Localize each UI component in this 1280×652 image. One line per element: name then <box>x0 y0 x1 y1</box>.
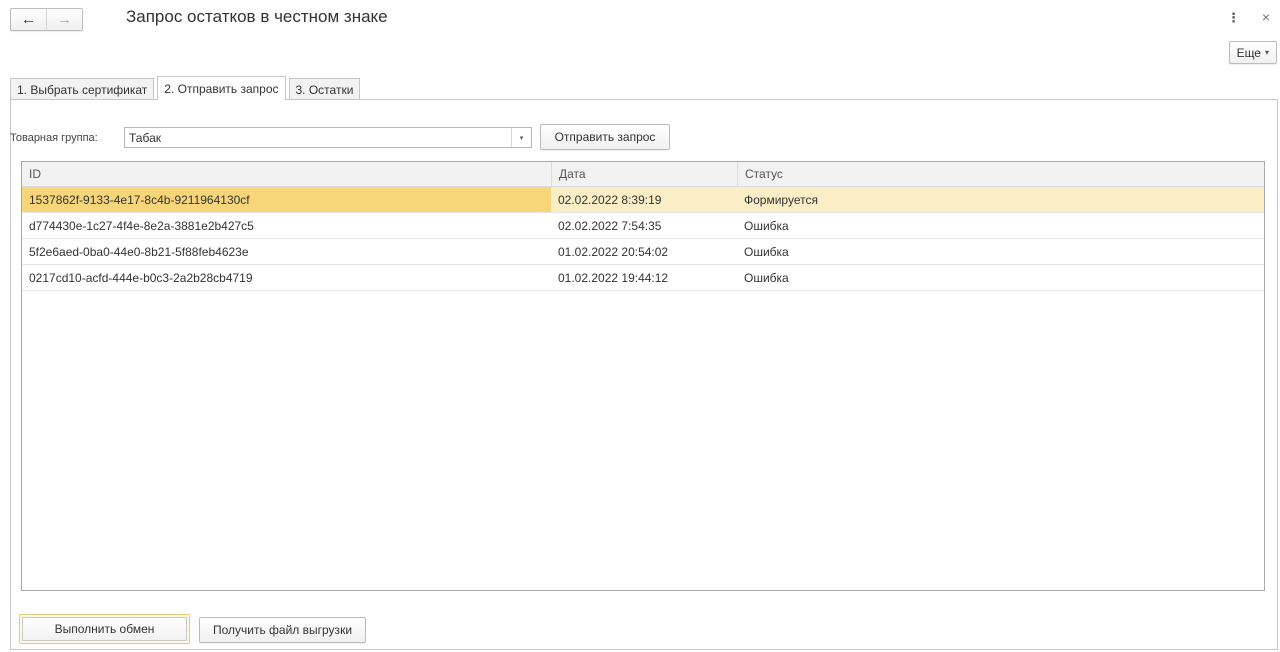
dropdown-arrow-icon[interactable]: ▾ <box>511 128 531 147</box>
run-exchange-button[interactable]: Выполнить обмен <box>19 614 190 644</box>
cell-date: 01.02.2022 19:44:12 <box>558 270 669 285</box>
cell-status: Ошибка <box>744 244 789 259</box>
navigation-buttons: ← → <box>10 8 83 31</box>
cell-id: 1537862f-9133-4e17-8c4b-9211964130cf <box>22 187 551 212</box>
table-row[interactable]: d774430e-1c27-4f4e-8e2a-3881e2b427c5 02.… <box>22 213 1264 239</box>
tab-remains[interactable]: 3. Остатки <box>288 78 361 100</box>
send-request-button[interactable]: Отправить запрос <box>540 124 670 150</box>
page-title: Запрос остатков в честном знаке <box>126 7 388 26</box>
cell-date: 02.02.2022 7:54:35 <box>558 218 662 233</box>
tab-select-certificate[interactable]: 1. Выбрать сертификат <box>10 78 155 100</box>
run-exchange-label: Выполнить обмен <box>22 617 187 641</box>
more-vertical-icon[interactable]: ⋮ <box>1227 10 1240 26</box>
get-export-file-button[interactable]: Получить файл выгрузки <box>199 617 366 643</box>
tab-bar: 1. Выбрать сертификат 2. Отправить запро… <box>10 76 361 100</box>
table-row[interactable]: 5f2e6aed-0ba0-44e0-8b21-5f88feb4623e 01.… <box>22 239 1264 265</box>
table-row[interactable]: 1537862f-9133-4e17-8c4b-9211964130cf 02.… <box>22 187 1264 213</box>
close-icon[interactable]: × <box>1262 9 1270 25</box>
column-header-id[interactable]: ID <box>22 162 551 186</box>
cell-status: Формируется <box>744 192 818 207</box>
cell-id: 0217cd10-acfd-444e-b0c3-2a2b28cb4719 <box>29 270 253 285</box>
chevron-down-icon: ▾ <box>1264 48 1269 57</box>
more-button[interactable]: Еще ▾ <box>1228 41 1277 64</box>
more-button-label: Еще <box>1236 45 1261 60</box>
table-row[interactable]: 0217cd10-acfd-444e-b0c3-2a2b28cb4719 01.… <box>22 265 1264 291</box>
forward-arrow-icon[interactable]: → <box>47 9 82 30</box>
cell-status: Ошибка <box>744 270 789 285</box>
product-group-label: Товарная группа: <box>10 132 98 144</box>
tab-send-request[interactable]: 2. Отправить запрос <box>157 76 286 100</box>
table-header: ID Дата Статус <box>22 162 1264 187</box>
cell-id: 5f2e6aed-0ba0-44e0-8b21-5f88feb4623e <box>29 244 249 259</box>
product-group-select[interactable]: Табак ▾ <box>124 127 532 148</box>
cell-date: 02.02.2022 8:39:19 <box>558 192 662 207</box>
column-header-status[interactable]: Статус <box>737 162 1264 186</box>
column-header-date[interactable]: Дата <box>551 162 737 186</box>
product-group-value[interactable]: Табак <box>125 131 511 145</box>
cell-id: d774430e-1c27-4f4e-8e2a-3881e2b427c5 <box>29 218 254 233</box>
back-arrow-icon[interactable]: ← <box>11 9 47 30</box>
requests-table: ID Дата Статус 1537862f-9133-4e17-8c4b-9… <box>21 161 1265 591</box>
cell-date: 01.02.2022 20:54:02 <box>558 244 669 259</box>
cell-status: Ошибка <box>744 218 789 233</box>
